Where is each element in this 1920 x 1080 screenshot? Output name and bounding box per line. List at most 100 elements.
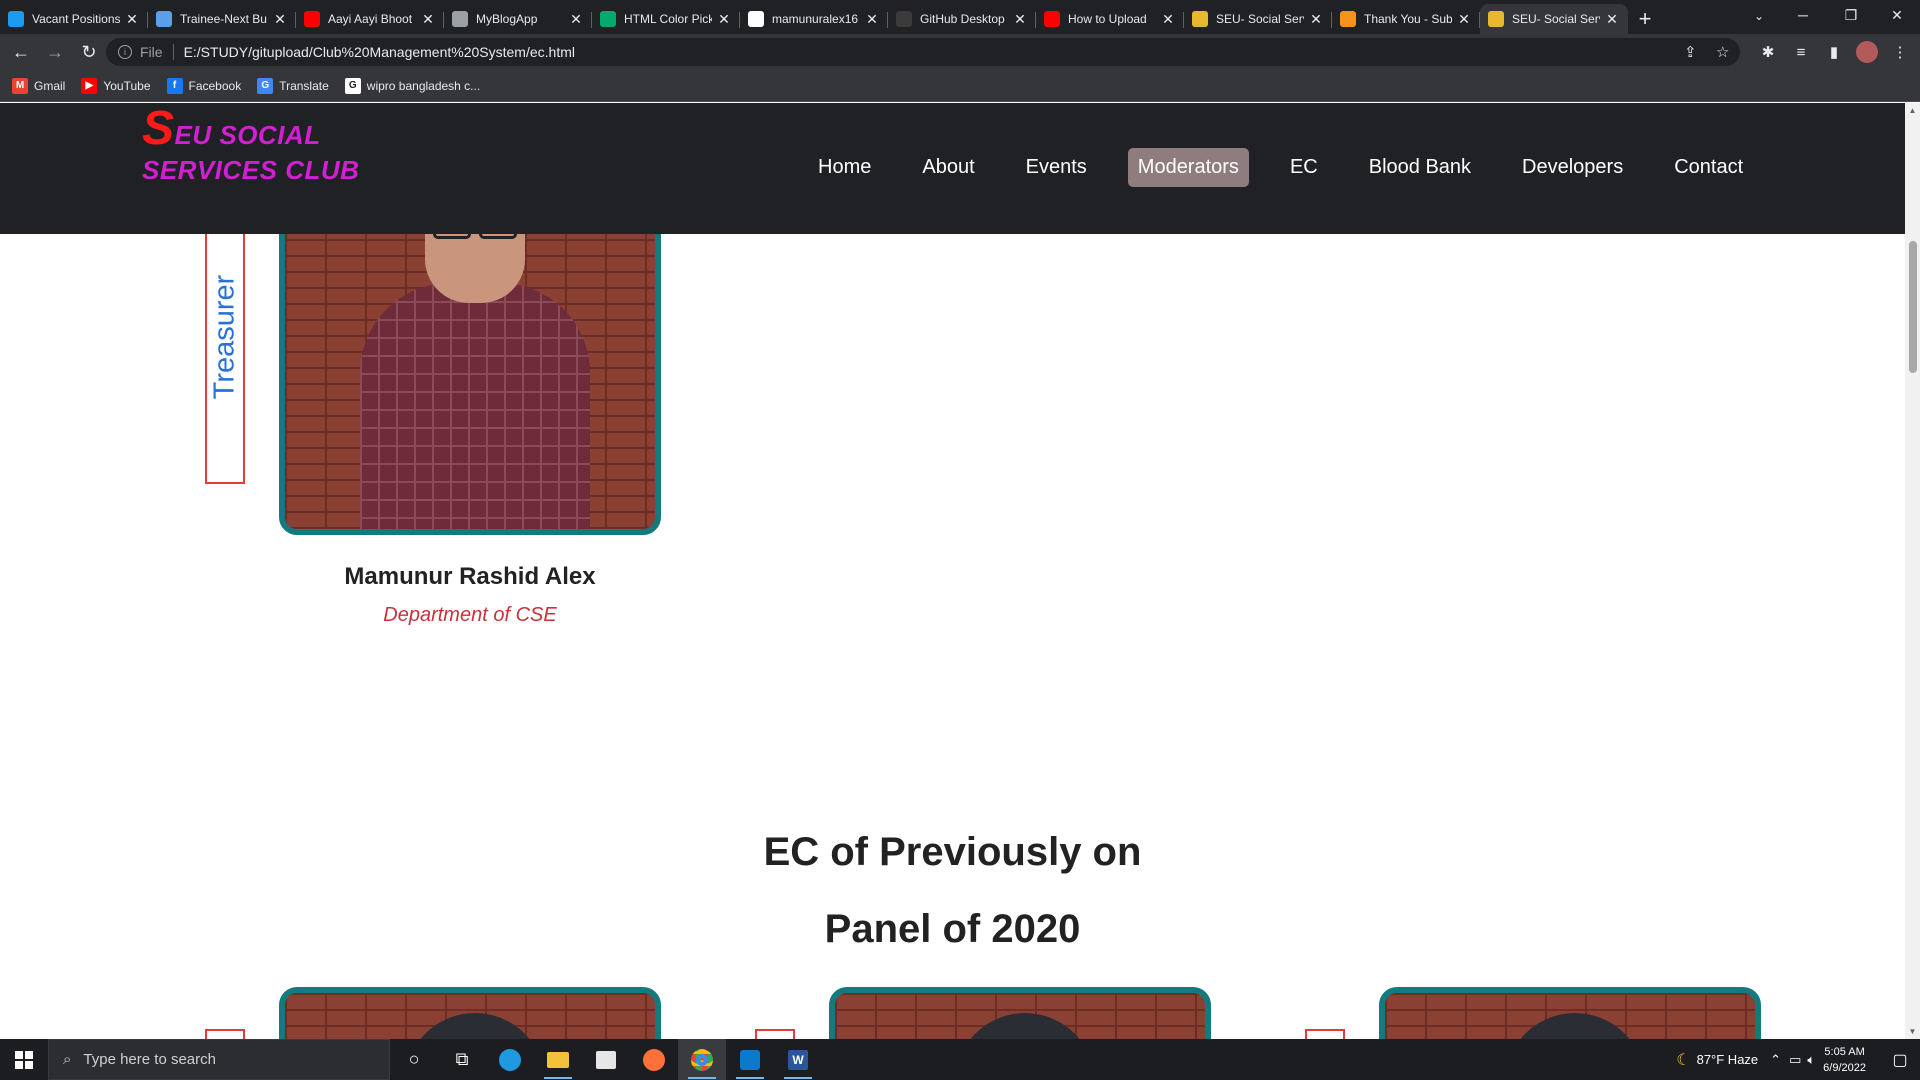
github-icon <box>896 11 912 27</box>
scroll-up-icon[interactable]: ▲ <box>1908 106 1917 115</box>
page-scrollbar[interactable]: ▲ ▼ <box>1905 103 1920 1039</box>
firefox-icon[interactable] <box>630 1039 678 1080</box>
network-icon[interactable]: ▭ <box>1789 1052 1801 1068</box>
close-icon[interactable]: ✕ <box>568 11 584 28</box>
browser-menu-icon[interactable]: ⋮ <box>1884 34 1916 70</box>
edge-icon[interactable] <box>486 1039 534 1080</box>
page-viewport: SEU SOCIAL SERVICES CLUB Home About Events… <box>0 103 1905 1039</box>
close-icon[interactable]: ✕ <box>864 11 880 28</box>
close-icon[interactable]: ✕ <box>124 11 140 28</box>
youtube-icon: ▶ <box>81 77 98 94</box>
minimize-button[interactable]: ─ <box>1780 0 1826 30</box>
bookmark-star-icon[interactable]: ☆ <box>1716 38 1729 66</box>
nav-link-ec[interactable]: EC <box>1280 148 1328 187</box>
bookmarks-bar: M Gmail ▶ YouTube f Facebook G Translate Gwipro … <box>0 70 1920 102</box>
scroll-thumb[interactable] <box>1909 241 1917 373</box>
tab-title: MyBlogApp <box>476 12 538 26</box>
close-icon[interactable]: ✕ <box>1308 11 1324 28</box>
bookmark-item[interactable]: G Translate <box>257 77 329 94</box>
browser-tab[interactable]: SEU- Social Serv ✕ <box>1184 4 1332 34</box>
profile-avatar[interactable] <box>1851 34 1883 70</box>
browser-tab[interactable]: GitHub Desktop ✕ <box>888 4 1036 34</box>
weather-icon: ☾ <box>1676 1051 1691 1069</box>
new-tab-button[interactable]: + <box>1628 4 1662 34</box>
close-icon[interactable]: ✕ <box>716 11 732 28</box>
reading-list-icon[interactable]: ≡ <box>1785 34 1817 70</box>
close-icon[interactable]: ✕ <box>420 11 436 28</box>
browser-tab[interactable]: Trainee-Next Bu ✕ <box>148 4 296 34</box>
browser-tab[interactable]: Aayi Aayi Bhoot ✕ <box>296 4 444 34</box>
cortana-icon[interactable]: ○ <box>390 1039 438 1080</box>
notification-icon[interactable]: ▢ <box>1880 1050 1920 1070</box>
tab-title: Trainee-Next Bu <box>180 12 267 26</box>
section-title-line2: Panel of 2020 <box>824 907 1081 951</box>
clock[interactable]: 5:05 AM 6/9/2022 <box>1823 1044 1866 1076</box>
back-icon[interactable]: ← <box>4 35 38 69</box>
extensions-icon[interactable]: ✱ <box>1752 34 1784 70</box>
chevron-up-icon[interactable]: ⌃ <box>1770 1052 1781 1068</box>
close-icon[interactable]: ✕ <box>1160 11 1176 28</box>
site-logo[interactable]: SEU SOCIAL SERVICES CLUB <box>142 105 359 188</box>
nav-link-events[interactable]: Events <box>1016 148 1097 187</box>
tab-title: HTML Color Pick <box>624 12 712 26</box>
nav-link-about[interactable]: About <box>912 148 984 187</box>
nav-link-moderators[interactable]: Moderators <box>1127 148 1249 187</box>
nav-link-home[interactable]: Home <box>808 148 881 187</box>
chrome-icon[interactable] <box>678 1039 726 1080</box>
tab-search-button[interactable]: ⌄ <box>1745 4 1773 28</box>
reload-icon[interactable]: ↻ <box>72 35 106 69</box>
share-icon[interactable]: ⇪ <box>1684 38 1697 66</box>
vscode-icon[interactable] <box>726 1039 774 1080</box>
taskbar-search[interactable]: ⌕ Type here to search <box>48 1039 390 1080</box>
address-url[interactable]: E:/STUDY/gitupload/Club%20Management%20S… <box>184 44 575 60</box>
site-info-icon[interactable]: i <box>118 45 132 59</box>
start-button[interactable] <box>0 1039 48 1080</box>
nav-link-developers[interactable]: Developers <box>1512 148 1633 187</box>
main-nav: Home About Events Moderators EC Blood Bank Dev… <box>808 148 1784 187</box>
side-panel-icon[interactable]: ▮ <box>1818 34 1850 70</box>
bookmark-label: Facebook <box>188 78 242 93</box>
close-icon[interactable]: ✕ <box>1012 11 1028 28</box>
club-icon <box>1192 11 1208 27</box>
file-explorer-icon[interactable] <box>534 1039 582 1080</box>
close-icon[interactable]: ✕ <box>272 11 288 28</box>
role-label: Treasurer <box>208 274 241 399</box>
browser-tab[interactable]: HTML Color Pick ✕ <box>592 4 740 34</box>
bookmark-label: YouTube <box>103 78 151 93</box>
nav-link-blood-bank[interactable]: Blood Bank <box>1359 148 1481 187</box>
forward-icon[interactable]: → <box>38 35 72 69</box>
tab-title: Vacant Positions <box>32 12 120 26</box>
browser-tab[interactable]: Thank You - Sub ✕ <box>1332 4 1480 34</box>
member-photo <box>1379 987 1761 1039</box>
close-window-button[interactable]: ✕ <box>1874 0 1920 30</box>
nav-link-contact[interactable]: Contact <box>1664 148 1753 187</box>
close-icon[interactable]: ✕ <box>1456 11 1472 28</box>
clock-date: 6/9/2022 <box>1823 1061 1866 1074</box>
word-icon[interactable]: W <box>774 1039 822 1080</box>
section-title-line1: EC of Previously on <box>763 830 1142 874</box>
tab-strip: Vacant Positions ✕ Trainee-Next Bu ✕ Aayi Aa… <box>0 0 1920 34</box>
browser-tab[interactable]: MyBlogApp ✕ <box>444 4 592 34</box>
bookmark-item[interactable]: ▶ YouTube <box>81 77 151 94</box>
store-icon[interactable] <box>582 1039 630 1080</box>
logo-big-letter: S <box>142 103 175 155</box>
restore-button[interactable]: ❐ <box>1828 0 1874 30</box>
close-icon[interactable]: ✕ <box>1604 11 1620 28</box>
windows-taskbar: ⌕ Type here to search ○ ⧉ W ☾ 87°F Haze … <box>0 1039 1920 1080</box>
address-bar[interactable]: i File E:/STUDY/gitupload/Club%20Managem… <box>106 38 1740 66</box>
bookmark-item[interactable]: Gwipro bangladesh c... <box>344 77 481 94</box>
volume-icon[interactable]: 🔈︎ <box>1807 1052 1815 1068</box>
youtube-icon <box>1044 11 1060 27</box>
scroll-down-icon[interactable]: ▼ <box>1908 1027 1917 1036</box>
browser-tab[interactable]: SEU- Social Serv ✕ <box>1480 4 1628 34</box>
browser-tab[interactable]: Vacant Positions ✕ <box>0 4 148 34</box>
browser-tab[interactable]: mamunuralex16 ✕ <box>740 4 888 34</box>
facebook-icon: f <box>166 77 183 94</box>
task-view-icon[interactable]: ⧉ <box>438 1039 486 1080</box>
weather-text[interactable]: 87°F Haze <box>1697 1052 1759 1067</box>
bookmark-item[interactable]: M Gmail <box>12 77 65 94</box>
browser-tab[interactable]: How to Upload ✕ <box>1036 4 1184 34</box>
bookmark-label: wipro bangladesh c... <box>366 78 481 93</box>
bookmark-item[interactable]: f Facebook <box>166 77 242 94</box>
treasurer-name: Mamunur Rashid Alex <box>344 563 596 590</box>
